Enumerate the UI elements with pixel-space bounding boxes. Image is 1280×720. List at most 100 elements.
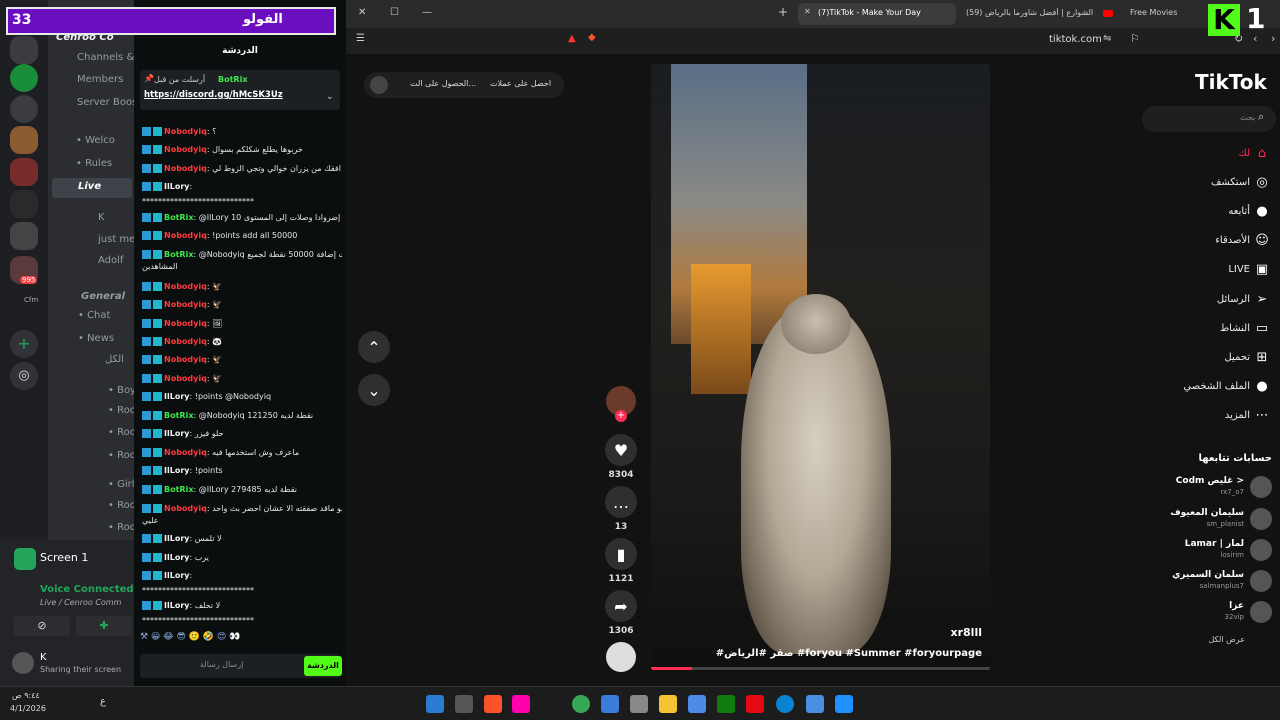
voice-channel[interactable]: • Girl bbox=[108, 479, 134, 490]
chat-username[interactable]: Nobodyiq bbox=[164, 319, 207, 328]
new-tab-icon[interactable]: + bbox=[778, 5, 788, 19]
voice-channel[interactable]: • Roo bbox=[108, 522, 134, 533]
channel-item[interactable]: Members bbox=[77, 74, 134, 85]
comment-button[interactable]: … bbox=[605, 486, 637, 518]
chrome-icon[interactable] bbox=[572, 695, 590, 713]
chat-username[interactable]: Nobodyiq bbox=[164, 374, 207, 383]
chat-username[interactable]: Nobodyiq bbox=[164, 448, 207, 457]
nav-icon[interactable]: ◎ bbox=[1252, 175, 1272, 195]
save-button[interactable]: ▮ bbox=[605, 538, 637, 570]
chat-username[interactable]: IlLory bbox=[164, 534, 189, 543]
voice-user[interactable]: K bbox=[98, 212, 134, 223]
chat-username[interactable]: Nobodyiq bbox=[164, 145, 207, 154]
chat-username[interactable]: Nobodyiq bbox=[164, 355, 207, 364]
clock-date[interactable]: 4/1/2026 bbox=[10, 704, 46, 713]
server-icon[interactable] bbox=[10, 95, 38, 123]
voice-channel[interactable]: • Roo bbox=[108, 427, 134, 438]
nav-item[interactable]: الرسائل bbox=[1217, 294, 1250, 305]
nav-item[interactable]: تحميل bbox=[1224, 352, 1250, 363]
url-bar[interactable]: tiktok.com bbox=[1049, 34, 1102, 45]
server-icon[interactable] bbox=[10, 126, 38, 154]
voice-channel[interactable]: • Boy bbox=[108, 385, 134, 396]
xbox-icon[interactable] bbox=[717, 695, 735, 713]
nav-icon[interactable]: ● bbox=[1252, 204, 1272, 224]
avatar[interactable] bbox=[1250, 539, 1272, 561]
tab-youtube[interactable]: (59) أكل الشوارع | أفضل شاورما بالرياض bbox=[966, 8, 1096, 17]
channel-live[interactable]: Live bbox=[78, 181, 134, 192]
sound-avatar[interactable] bbox=[606, 642, 636, 672]
bookmark-icon[interactable]: ⚐ bbox=[1130, 32, 1140, 45]
chat-username[interactable]: IlLory bbox=[164, 429, 189, 438]
chat-username[interactable]: BotRix bbox=[164, 250, 193, 259]
share-button[interactable]: ➦ bbox=[605, 590, 637, 622]
nav-item[interactable]: المزيد bbox=[1225, 410, 1250, 421]
nav-item[interactable]: النشاط bbox=[1220, 323, 1250, 334]
following-name[interactable]: Codm غليص > bbox=[1176, 476, 1244, 486]
tune-icon[interactable]: ⇋ bbox=[1103, 33, 1111, 44]
following-name[interactable]: عزا bbox=[1229, 601, 1244, 611]
nav-item[interactable]: الأصدقاء bbox=[1215, 235, 1250, 246]
chat-username[interactable]: IlLory bbox=[164, 392, 189, 401]
start-icon[interactable] bbox=[835, 695, 853, 713]
nav-icon[interactable]: ● bbox=[1252, 379, 1272, 399]
chat-username[interactable]: BotRix bbox=[164, 411, 193, 420]
chat-username[interactable]: Nobodyiq bbox=[164, 231, 207, 240]
avatar[interactable] bbox=[1250, 508, 1272, 530]
settings-icon[interactable] bbox=[455, 695, 473, 713]
chat-username[interactable]: Nobodyiq bbox=[164, 282, 207, 291]
nav-icon[interactable]: ⋯ bbox=[1252, 408, 1272, 428]
voice-user[interactable]: just me bbox=[98, 234, 134, 245]
follow-plus-icon[interactable]: + bbox=[615, 410, 627, 422]
server-icon[interactable] bbox=[10, 190, 38, 218]
chat-username[interactable]: Nobodyiq bbox=[164, 337, 207, 346]
netflix-icon[interactable] bbox=[746, 695, 764, 713]
nav-item[interactable]: لك bbox=[1239, 148, 1250, 159]
nav-item[interactable]: الملف الشخصي bbox=[1183, 381, 1250, 392]
photos-icon[interactable] bbox=[601, 695, 619, 713]
chat-username[interactable]: BotRix bbox=[164, 213, 193, 222]
following-name[interactable]: سلمان السميري bbox=[1172, 570, 1244, 580]
tab-tiktok[interactable]: ✕ (7)TikTok - Make Your Day bbox=[798, 3, 956, 25]
show-all-link[interactable]: عرض الكل bbox=[1208, 635, 1245, 644]
language-indicator[interactable]: ع bbox=[100, 696, 106, 707]
brave-shield-icon[interactable]: ◆ bbox=[588, 32, 596, 43]
brave-icon[interactable] bbox=[484, 695, 502, 713]
activity-button[interactable]: ✚ bbox=[76, 616, 132, 636]
channel-item[interactable]: الكل bbox=[105, 354, 134, 365]
nav-icon[interactable]: ➢ bbox=[1252, 292, 1272, 312]
like-button[interactable]: ♥ bbox=[605, 434, 637, 466]
nav-item[interactable]: أتابعه bbox=[1228, 206, 1250, 217]
discover-icon[interactable]: ◎ bbox=[10, 362, 38, 390]
following-name[interactable]: سليمان المعيوف bbox=[1170, 508, 1244, 518]
channel-item[interactable]: Channels & bbox=[77, 52, 134, 63]
get-coins-label[interactable]: احصل على عملات bbox=[490, 79, 551, 88]
channel-item[interactable]: • News bbox=[78, 333, 134, 344]
nav-item[interactable]: استكشف bbox=[1211, 177, 1250, 188]
chat-username[interactable]: Nobodyiq bbox=[164, 300, 207, 309]
server-icon[interactable] bbox=[10, 36, 38, 64]
settings-gear-icon[interactable] bbox=[806, 695, 824, 713]
chat-username[interactable]: IlLory bbox=[164, 571, 189, 580]
channel-item[interactable]: • Rules bbox=[76, 158, 134, 169]
screen-share-off-button[interactable]: ⊘ bbox=[14, 616, 70, 636]
video-progress[interactable] bbox=[651, 667, 990, 670]
nav-icon[interactable]: ☺ bbox=[1252, 233, 1272, 253]
coins-pill[interactable]: الحصول على الت... احصل على عملات bbox=[364, 72, 564, 98]
add-server-icon[interactable]: + bbox=[10, 330, 38, 358]
screen-label[interactable]: Screen 1 bbox=[40, 551, 88, 564]
get-app-label[interactable]: الحصول على الت... bbox=[410, 79, 476, 88]
pinned-message[interactable]: 📌 BotRix أرسلت من قبل https://discord.gg… bbox=[140, 70, 340, 110]
edge-icon[interactable] bbox=[776, 695, 794, 713]
chat-username[interactable]: Nobodyiq bbox=[164, 504, 207, 513]
channel-item[interactable]: • Chat bbox=[78, 310, 134, 321]
app-icon[interactable] bbox=[630, 695, 648, 713]
brave-rewards-icon[interactable]: ▲ bbox=[568, 33, 576, 44]
nav-icon[interactable]: ▣ bbox=[1252, 262, 1272, 282]
chevron-down-icon[interactable]: ⌄ bbox=[326, 92, 334, 102]
close-icon[interactable]: ✕ bbox=[358, 7, 366, 18]
forward-icon[interactable]: › bbox=[1271, 32, 1275, 45]
server-icon[interactable] bbox=[10, 222, 38, 250]
emote-bar[interactable]: ⚒ 😀 😂 😎 🙂 🤣 😍 👀 bbox=[140, 632, 340, 646]
clock-time[interactable]: ٩:٤٤ ص bbox=[12, 691, 40, 700]
video-caption[interactable]: #صقر #الرياض #foryou #Summer #foryourpag… bbox=[716, 648, 982, 659]
